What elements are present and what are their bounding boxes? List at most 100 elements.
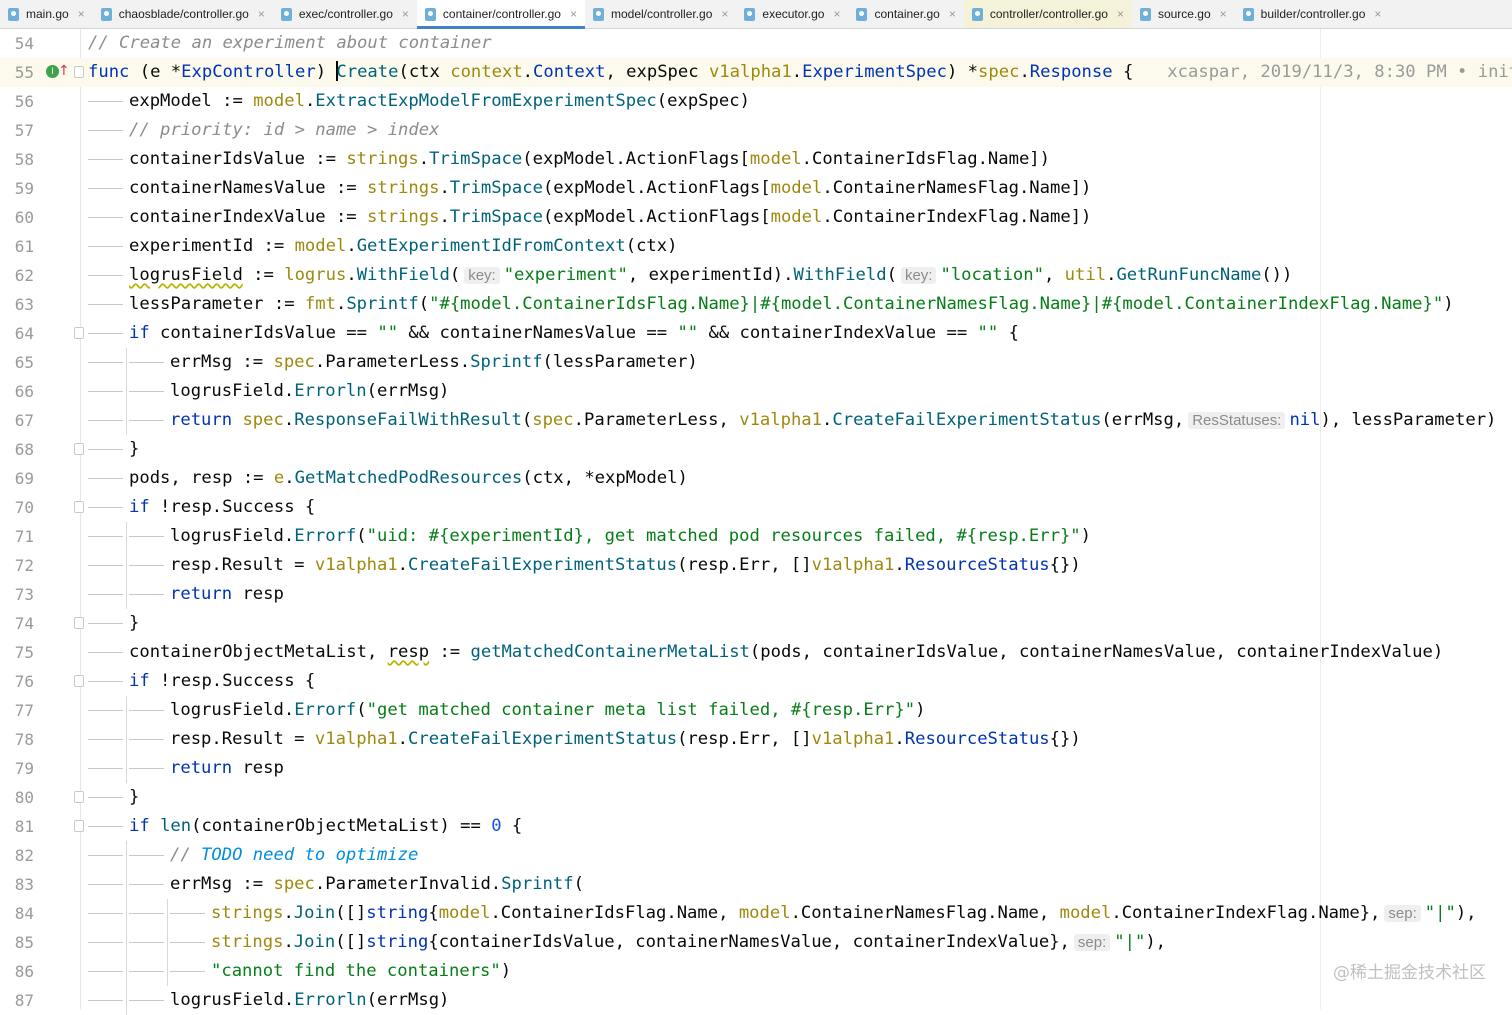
code-token: model — [738, 903, 791, 923]
code-line[interactable]: 75 containerObjectMetaList, resp := getMa… — [0, 638, 1512, 667]
tab-main-go[interactable]: main.go × — [0, 0, 93, 28]
code-line[interactable]: 61 experimentId := model.GetExperimentIdF… — [0, 232, 1512, 261]
code-token: . — [283, 410, 295, 430]
line-number: 66 — [14, 382, 34, 401]
code-line[interactable]: 84 strings.Join([]string{model.ContainerI… — [0, 899, 1512, 928]
code-line[interactable]: 74} — [0, 609, 1512, 638]
line-number: 87 — [14, 991, 34, 1010]
code-token: ) — [315, 62, 337, 82]
code-token: .ContainerNamesFlag.Name]) — [822, 178, 1092, 198]
code-text: errMsg := spec.ParameterLess.Sprintf(les… — [170, 348, 698, 377]
tab-container-controller-go[interactable]: container/controller.go × — [416, 0, 586, 29]
code-line[interactable]: 59 containerNamesValue := strings.TrimSpa… — [0, 174, 1512, 203]
fold-marker-icon[interactable] — [74, 820, 84, 832]
line-number: 73 — [14, 585, 34, 604]
code-line[interactable]: 58 containerIdsValue := strings.TrimSpace… — [0, 145, 1512, 174]
close-tab-icon[interactable]: × — [78, 7, 85, 21]
tab-exec-controller-go[interactable]: exec/controller.go × — [273, 0, 417, 28]
code-token: (expSpec) — [656, 91, 750, 111]
indent-guide — [88, 710, 123, 711]
code-line[interactable]: 77 logrusField.Errorf("get matched contai… — [0, 696, 1512, 725]
close-tab-icon[interactable]: × — [402, 7, 409, 21]
code-line[interactable]: 55 I ↑ func (e *ExpController) Create(ctx c… — [0, 58, 1512, 87]
code-line[interactable]: 87 logrusField.Errorln(errMsg) — [0, 986, 1512, 1015]
close-tab-icon[interactable]: × — [1220, 7, 1227, 21]
go-file-icon — [593, 7, 604, 21]
code-line[interactable]: 86 "cannot find the containers") — [0, 957, 1512, 986]
fold-marker-icon[interactable] — [74, 327, 84, 339]
tab-builder-controller-go[interactable]: builder/controller.go × — [1235, 0, 1390, 28]
close-tab-icon[interactable]: × — [570, 7, 577, 21]
code-line[interactable]: 64 if containerIdsValue == "" && containe… — [0, 319, 1512, 348]
indent-guide — [129, 420, 164, 421]
code-line[interactable]: 54 // Create an experiment about containe… — [0, 29, 1512, 58]
go-file-icon — [424, 7, 436, 21]
indent-guide — [88, 565, 123, 566]
tab-chaosblade-controller-go[interactable]: chaosblade/controller.go × — [93, 0, 273, 28]
code-line[interactable]: 70 if !resp.Success { — [0, 493, 1512, 522]
indent-guide — [170, 913, 205, 914]
code-text: logrusField.Errorf("get matched containe… — [170, 696, 925, 725]
code-text: containerNamesValue := strings.TrimSpace… — [129, 174, 1091, 203]
code-line[interactable]: 81 if len(containerObjectMetaList) == 0 { — [0, 812, 1512, 841]
code-line[interactable]: 62 logrusField := logrus.WithField(key: "e… — [0, 261, 1512, 290]
code-line[interactable]: 68} — [0, 435, 1512, 464]
line-number: 85 — [14, 933, 34, 952]
code-line[interactable]: 56 expModel := model.ExtractExpModelFromE… — [0, 87, 1512, 116]
code-token: return — [170, 584, 233, 604]
indent-guide — [88, 391, 123, 392]
fold-marker-icon[interactable] — [74, 66, 84, 78]
code-token: pods, resp := — [129, 468, 274, 488]
code-line[interactable]: 76 if !resp.Success { — [0, 667, 1512, 696]
tab-controller-controller-go[interactable]: controller/controller.go × — [963, 0, 1132, 28]
code-token: return — [170, 410, 233, 430]
close-tab-icon[interactable]: × — [721, 7, 728, 21]
code-token: (ctx) — [625, 236, 678, 256]
indent-guide — [88, 159, 123, 160]
code-line[interactable]: 80} — [0, 783, 1512, 812]
close-tab-icon[interactable]: × — [949, 7, 956, 21]
indent-guide — [129, 710, 164, 711]
code-line[interactable]: 69 pods, resp := e.GetMatchedPodResources… — [0, 464, 1512, 493]
code-line[interactable]: 66 logrusField.Errorln(errMsg) — [0, 377, 1512, 406]
code-token: logrusField. — [170, 526, 295, 546]
close-tab-icon[interactable]: × — [1374, 7, 1381, 21]
code-line[interactable]: 65 errMsg := spec.ParameterLess.Sprintf(l… — [0, 348, 1512, 377]
code-token: Errorln — [294, 381, 367, 401]
code-line[interactable]: 57 // priority: id > name > index — [0, 116, 1512, 145]
code-editor[interactable]: 54 // Create an experiment about containe… — [0, 29, 1512, 1015]
code-line[interactable]: 72 resp.Result = v1alpha1.CreateFailExper… — [0, 551, 1512, 580]
close-tab-icon[interactable]: × — [1117, 7, 1124, 21]
indent-guide — [88, 188, 123, 189]
code-token: Response — [1029, 62, 1113, 82]
tab-source-go[interactable]: source.go × — [1132, 0, 1235, 28]
close-tab-icon[interactable]: × — [258, 7, 265, 21]
code-line[interactable]: 67 return spec.ResponseFailWithResult(spe… — [0, 406, 1512, 435]
code-token: ( — [573, 874, 584, 894]
code-line[interactable]: 78 resp.Result = v1alpha1.CreateFailExper… — [0, 725, 1512, 754]
go-file-icon — [280, 7, 292, 21]
go-file-icon — [856, 7, 868, 21]
line-number: 60 — [14, 208, 34, 227]
code-text: return spec.ResponseFailWithResult(spec.… — [170, 406, 1496, 435]
fold-marker-icon[interactable] — [74, 675, 84, 687]
tab-executor-go[interactable]: executor.go × — [736, 0, 848, 28]
code-line[interactable]: 71 logrusField.Errorf("uid: #{experimentI… — [0, 522, 1512, 551]
code-line[interactable]: 82 // TODO need to optimize — [0, 841, 1512, 870]
code-line[interactable]: 60 containerIndexValue := strings.TrimSpa… — [0, 203, 1512, 232]
code-line[interactable]: 73 return resp — [0, 580, 1512, 609]
fold-marker-icon[interactable] — [74, 791, 84, 803]
code-token: . — [397, 729, 409, 749]
fold-marker-icon[interactable] — [74, 617, 84, 629]
code-line[interactable]: 85 strings.Join([]string{containerIdsValu… — [0, 928, 1512, 957]
fold-marker-icon[interactable] — [74, 443, 84, 455]
code-line[interactable]: 83 errMsg := spec.ParameterInvalid.Sprint… — [0, 870, 1512, 899]
close-tab-icon[interactable]: × — [833, 7, 840, 21]
fold-marker-icon[interactable] — [74, 501, 84, 513]
code-token: ), lessParameter) — [1320, 410, 1497, 430]
tab-model-controller-go[interactable]: model/controller.go × — [585, 0, 736, 28]
code-line[interactable]: 63 lessParameter := fmt.Sprintf("#{model.… — [0, 290, 1512, 319]
tab-container-go[interactable]: container.go × — [848, 0, 963, 28]
code-line[interactable]: 79 return resp — [0, 754, 1512, 783]
navigate-up-arrow-icon[interactable]: ↑ — [58, 62, 70, 80]
